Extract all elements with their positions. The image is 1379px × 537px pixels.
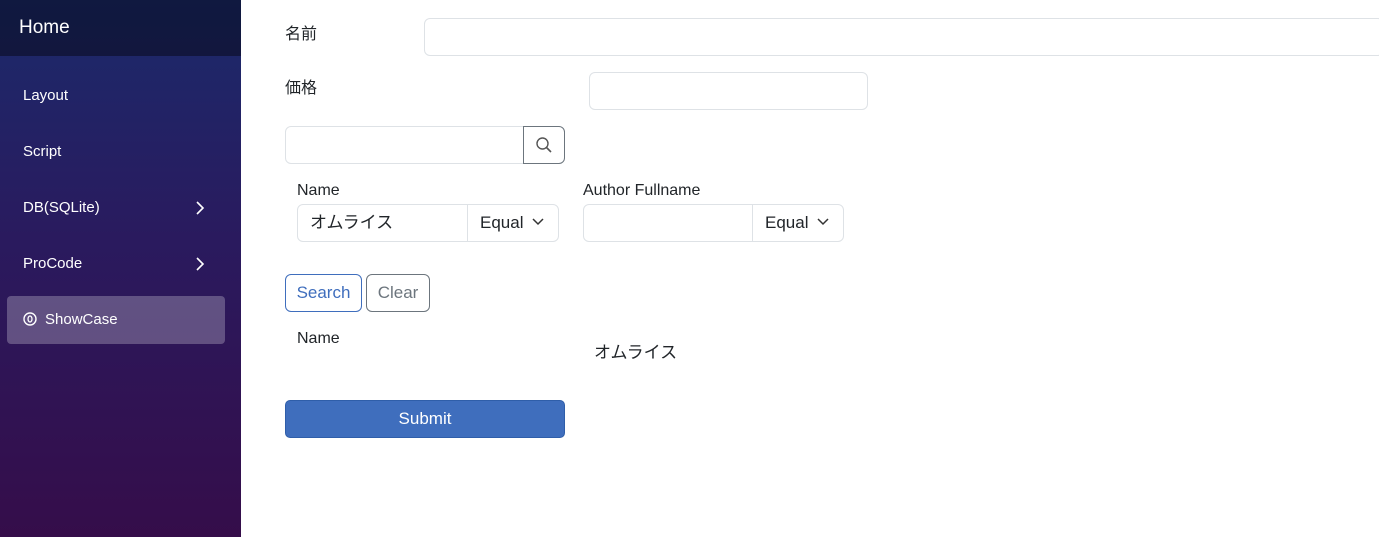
circle-zero-icon: [23, 311, 37, 326]
sidebar-item-db-sqlite[interactable]: DB(SQLite): [7, 184, 225, 232]
sidebar-item-script[interactable]: Script: [7, 128, 225, 176]
submit-button[interactable]: Submit: [285, 400, 565, 438]
sidebar-item-layout[interactable]: Layout: [7, 72, 225, 120]
filter-name-label: Name: [297, 182, 340, 199]
sidebar-item-showcase[interactable]: ShowCase: [7, 296, 225, 344]
main-content: 名前 価格 Name オムライス Equal Author Fullname E…: [241, 0, 1379, 537]
filter-author-input[interactable]: [584, 205, 753, 241]
clear-button[interactable]: Clear: [366, 274, 430, 312]
price-label: 価格: [285, 80, 318, 97]
filter-name-operator-value: Equal: [480, 213, 524, 232]
filter-author-operator-select[interactable]: Equal: [753, 205, 843, 241]
chevron-down-icon: [532, 218, 544, 226]
search-icon: [536, 137, 552, 153]
sidebar-item-label: Script: [23, 143, 62, 160]
result-name-label: Name: [297, 330, 340, 347]
filter-author-group: Equal: [583, 204, 844, 242]
filter-author-label: Author Fullname: [583, 182, 701, 199]
sidebar: Home Layout Script DB(SQLite) ProCode Sh…: [0, 0, 241, 537]
result-name-value: オムライス: [594, 343, 678, 362]
search-icon-button[interactable]: [523, 126, 565, 164]
chevron-down-icon: [817, 218, 829, 226]
sidebar-item-label: ShowCase: [45, 311, 118, 328]
sidebar-item-procode[interactable]: ProCode: [7, 240, 225, 288]
filter-name-operator-select[interactable]: Equal: [468, 205, 558, 241]
name-label: 名前: [285, 26, 318, 43]
sidebar-item-label: ProCode: [23, 255, 83, 272]
filter-author-operator-value: Equal: [765, 213, 809, 232]
search-input[interactable]: [285, 126, 525, 164]
name-input[interactable]: [424, 18, 1379, 56]
chevron-right-icon: [196, 201, 205, 215]
sidebar-item-label: DB(SQLite): [23, 199, 100, 216]
filter-name-group: オムライス Equal: [297, 204, 559, 242]
brand-home-link[interactable]: Home: [0, 0, 241, 56]
search-button[interactable]: Search: [285, 274, 362, 312]
chevron-right-icon: [196, 257, 205, 271]
filter-name-input[interactable]: オムライス: [298, 205, 468, 241]
price-input[interactable]: [589, 72, 868, 110]
sidebar-item-label: Layout: [23, 87, 69, 104]
